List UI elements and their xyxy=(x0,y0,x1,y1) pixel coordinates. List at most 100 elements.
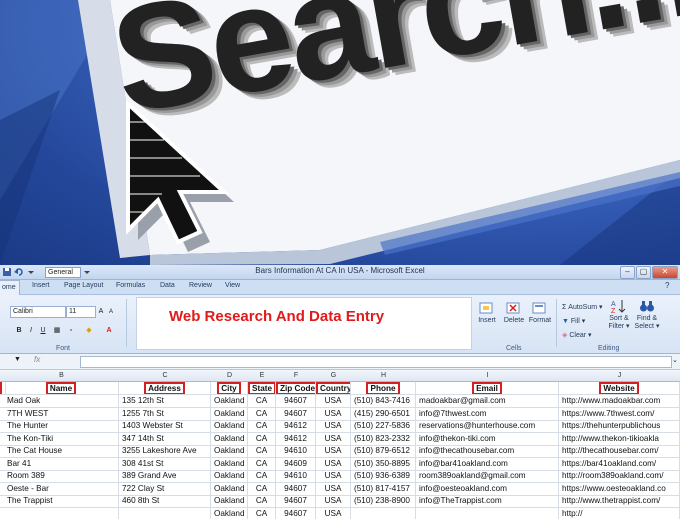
table-cell[interactable]: (510) 936-6389 xyxy=(351,470,416,482)
table-cell[interactable]: USA xyxy=(316,495,351,507)
table-cell[interactable]: (510) 227-5836 xyxy=(351,420,416,432)
table-cell[interactable]: 460 8th St xyxy=(119,495,211,507)
table-cell[interactable]: (510) 817-4157 xyxy=(351,482,416,495)
header-cell[interactable]: Name xyxy=(4,382,119,394)
name-box-dropdown-icon[interactable]: ▼ xyxy=(14,356,21,363)
table-cell[interactable]: 7TH WEST xyxy=(4,407,119,420)
insert-function-icon[interactable]: fx xyxy=(34,355,40,364)
table-cell[interactable]: info@bar41oakland.com xyxy=(416,457,559,470)
table-cell[interactable]: info@7thwest.com xyxy=(416,407,559,420)
table-cell[interactable]: 94610 xyxy=(276,470,316,482)
table-cell[interactable]: 389 Grand Ave xyxy=(119,470,211,482)
table-cell[interactable]: (510) 823-2332 xyxy=(351,432,416,445)
column-header[interactable]: J xyxy=(559,370,680,382)
table-cell[interactable]: room389oakland@gmail.com xyxy=(416,470,559,482)
column-header[interactable]: H xyxy=(351,370,417,382)
column-header[interactable]: E xyxy=(248,370,277,382)
table-cell[interactable]: CA xyxy=(248,507,276,519)
header-cell[interactable]: Zip Code xyxy=(276,382,316,394)
header-cell[interactable]: Country xyxy=(316,382,351,394)
table-cell[interactable]: 94610 xyxy=(276,445,316,457)
table-cell[interactable]: http://www.thekon-tikioakla xyxy=(559,432,680,445)
table-cell[interactable]: Bar 41 xyxy=(4,457,119,470)
borders-icon[interactable]: ▦ xyxy=(52,326,62,336)
fill-color-icon[interactable]: ◆ xyxy=(84,326,94,336)
table-cell[interactable]: Mad Oak xyxy=(4,395,119,407)
formula-input[interactable] xyxy=(80,356,672,368)
find-select-button[interactable]: Find & Select ▾ xyxy=(634,299,660,330)
table-cell[interactable]: 94607 xyxy=(276,407,316,420)
table-cell[interactable]: 1403 Webster St xyxy=(119,420,211,432)
table-cell[interactable]: 94607 xyxy=(276,495,316,507)
table-cell[interactable]: 135 12th St xyxy=(119,395,211,407)
table-cell[interactable]: The Kon-Tiki xyxy=(4,432,119,445)
table-cell[interactable]: 94612 xyxy=(276,420,316,432)
table-cell[interactable]: http://thecathousebar.com/ xyxy=(559,445,680,457)
table-cell[interactable]: https://bar41oakland.com/ xyxy=(559,457,680,470)
table-cell[interactable]: Oakland xyxy=(211,470,248,482)
table-cell[interactable] xyxy=(351,507,416,519)
italic-button[interactable]: I xyxy=(26,326,36,336)
tab-page-layout[interactable]: Page Layout xyxy=(64,282,103,289)
table-cell[interactable]: USA xyxy=(316,507,351,519)
tab-insert[interactable]: Insert xyxy=(32,282,50,289)
table-cell[interactable] xyxy=(416,507,559,519)
autosum-button[interactable]: Σ AutoSum ▾ xyxy=(562,303,603,311)
table-cell[interactable]: 94607 xyxy=(276,395,316,407)
table-cell[interactable] xyxy=(119,507,211,519)
table-cell[interactable]: USA xyxy=(316,482,351,495)
table-cell[interactable]: https://www.7thwest.com/ xyxy=(559,407,680,420)
table-cell[interactable]: Oakland xyxy=(211,432,248,445)
table-cell[interactable]: The Cat House xyxy=(4,445,119,457)
tab-data[interactable]: Data xyxy=(160,282,175,289)
table-cell[interactable]: 308 41st St xyxy=(119,457,211,470)
table-cell[interactable]: CA xyxy=(248,470,276,482)
table-cell[interactable]: CA xyxy=(248,457,276,470)
font-name-select[interactable]: Calibri xyxy=(10,306,66,318)
table-cell[interactable]: (510) 238-8900 xyxy=(351,495,416,507)
delete-button[interactable]: Delete xyxy=(502,301,526,324)
table-cell[interactable]: USA xyxy=(316,420,351,432)
sort-filter-button[interactable]: AZ Sort & Filter ▾ xyxy=(606,299,632,330)
border-dropdown-icon[interactable]: ▫ xyxy=(66,326,76,336)
column-header[interactable]: B xyxy=(4,370,120,382)
table-cell[interactable]: 94607 xyxy=(276,482,316,495)
table-cell[interactable]: 722 Clay St xyxy=(119,482,211,495)
table-cell[interactable]: Oakland xyxy=(211,445,248,457)
table-cell[interactable]: Oakland xyxy=(211,407,248,420)
font-size-select[interactable]: 11 xyxy=(66,306,96,318)
column-header[interactable]: F xyxy=(276,370,317,382)
table-cell[interactable]: The Trappist xyxy=(4,495,119,507)
table-cell[interactable]: info@thecathousebar.com xyxy=(416,445,559,457)
table-cell[interactable]: USA xyxy=(316,457,351,470)
header-cell[interactable]: Email xyxy=(416,382,559,394)
tab-view[interactable]: View xyxy=(225,282,240,289)
header-cell[interactable]: State xyxy=(248,382,276,394)
clear-button[interactable]: ◈ Clear ▾ xyxy=(562,331,592,339)
table-cell[interactable]: http:// xyxy=(559,507,680,519)
table-cell[interactable]: info@thekon-tiki.com xyxy=(416,432,559,445)
column-header[interactable]: I xyxy=(416,370,560,382)
table-cell[interactable] xyxy=(4,507,119,519)
table-cell[interactable]: Oakland xyxy=(211,420,248,432)
table-cell[interactable]: https://thehunterpublichous xyxy=(559,420,680,432)
table-cell[interactable]: 94607 xyxy=(276,507,316,519)
table-cell[interactable]: 1255 7th St xyxy=(119,407,211,420)
table-cell[interactable]: Oakland xyxy=(211,482,248,495)
table-cell[interactable]: USA xyxy=(316,395,351,407)
shrink-font-icon[interactable]: A xyxy=(106,307,116,317)
table-cell[interactable]: Oakland xyxy=(211,457,248,470)
help-icon[interactable]: ? xyxy=(665,281,669,290)
table-cell[interactable]: USA xyxy=(316,407,351,420)
header-cell[interactable]: Phone xyxy=(351,382,416,394)
table-cell[interactable]: http://www.thetrappist.com/ xyxy=(559,495,680,507)
table-cell[interactable]: CA xyxy=(248,395,276,407)
table-cell[interactable]: The Hunter xyxy=(4,420,119,432)
table-cell[interactable]: CA xyxy=(248,445,276,457)
table-cell[interactable]: (510) 879-6512 xyxy=(351,445,416,457)
table-cell[interactable]: CA xyxy=(248,407,276,420)
format-button[interactable]: Format xyxy=(528,301,552,324)
tab-review[interactable]: Review xyxy=(189,282,212,289)
column-header[interactable]: G xyxy=(316,370,352,382)
table-cell[interactable]: https://www.oesteoakland.co xyxy=(559,482,680,495)
